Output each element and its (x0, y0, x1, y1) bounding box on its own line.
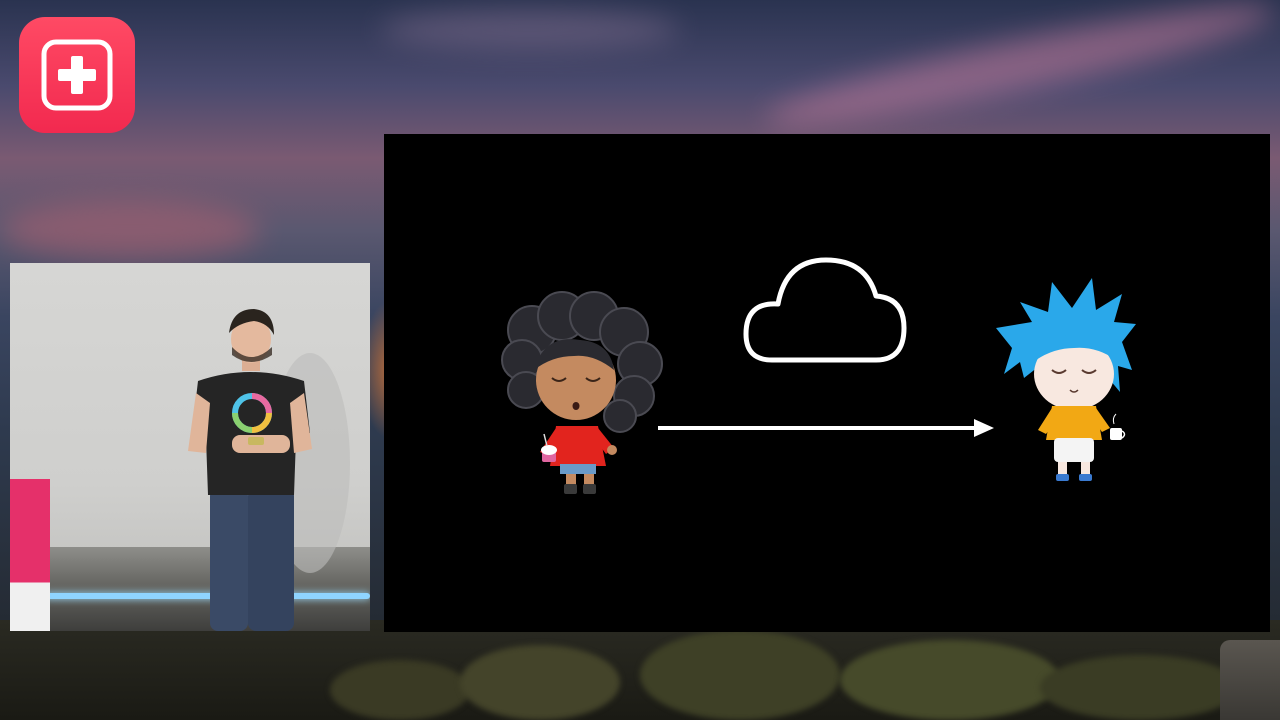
speaker-camera-feed (10, 263, 370, 631)
shrub (640, 630, 840, 720)
video-frame (0, 0, 1280, 720)
speaker-figure (188, 309, 350, 631)
rock (1220, 640, 1280, 720)
cloud-icon (743, 257, 907, 363)
presentation-slide (384, 134, 1270, 632)
shrub (460, 645, 620, 720)
shrub (1040, 655, 1240, 720)
curly-hair-character (501, 291, 663, 494)
first-aid-cross-icon (41, 39, 113, 111)
sky-cloud (0, 200, 260, 260)
right-arrow-icon (658, 419, 994, 437)
sky-cloud (380, 10, 680, 50)
slide-canvas (501, 257, 1136, 494)
shrub (330, 660, 470, 720)
brand-logo (19, 17, 135, 133)
sky-cloud (760, 0, 1280, 144)
blue-hair-character (996, 278, 1136, 481)
shrub (840, 640, 1060, 720)
